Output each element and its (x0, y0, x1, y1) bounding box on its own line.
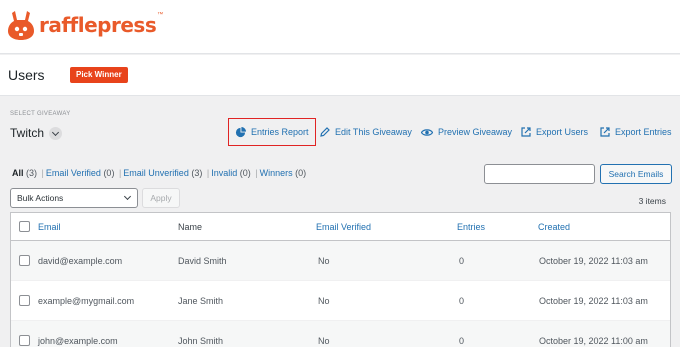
filter-all-count: (3) (26, 168, 38, 178)
filter-email-verified-count: (0) (103, 168, 115, 178)
export-icon (600, 127, 610, 137)
top-bar: rafflepress ™ (0, 0, 680, 54)
rabbit-logo-icon (8, 11, 34, 40)
giveaway-select-value: Twitch (10, 126, 45, 140)
select-giveaway-label: SELECT GIVEAWAY (10, 111, 71, 117)
row-email-verified: No (318, 255, 330, 266)
row-created: October 19, 2022 11:00 am (539, 335, 648, 346)
edit-giveaway-link[interactable]: Edit This Giveaway (320, 118, 412, 146)
column-entries[interactable]: Entries (457, 213, 485, 240)
row-entries: 0 (459, 335, 465, 346)
column-created[interactable]: Created (538, 213, 570, 240)
pick-winner-button[interactable]: Pick Winner (70, 67, 128, 83)
row-created: October 19, 2022 11:03 am (539, 255, 648, 266)
entries-report-label: Entries Report (251, 127, 309, 137)
row-email-verified: No (318, 295, 330, 306)
items-count: 3 items (638, 196, 666, 206)
page-title: Users (8, 67, 45, 83)
edit-giveaway-label: Edit This Giveaway (335, 127, 412, 137)
filter-email-unverified-count: (3) (191, 168, 203, 178)
brand-name: rafflepress (39, 13, 157, 37)
table-header-row: Email Name Email Verified Entries Create… (11, 213, 670, 241)
bulk-actions-value: Bulk Actions (17, 193, 64, 203)
column-email[interactable]: Email (38, 213, 61, 240)
row-created: October 19, 2022 11:03 am (539, 295, 648, 306)
filter-invalid-count: (0) (239, 168, 251, 178)
export-icon (521, 127, 531, 137)
filter-winners[interactable]: Winners (260, 168, 293, 178)
entries-report-link[interactable]: Entries Report (228, 118, 316, 146)
chevron-down-icon (123, 192, 132, 201)
trademark-mark: ™ (157, 12, 164, 18)
row-name: David Smith (178, 255, 227, 266)
bulk-actions-select[interactable]: Bulk Actions (10, 188, 138, 208)
pencil-icon (320, 127, 330, 137)
row-email: david@example.com (38, 255, 123, 266)
export-entries-link[interactable]: Export Entries (600, 118, 672, 146)
row-email-verified: No (318, 335, 330, 346)
table-row: david@example.com David Smith No 0 Octob… (11, 241, 670, 281)
filter-winners-count: (0) (295, 168, 307, 178)
export-users-link[interactable]: Export Users (521, 118, 588, 146)
row-email: john@example.com (38, 335, 118, 346)
search-input[interactable] (484, 164, 595, 184)
filter-invalid[interactable]: Invalid (211, 168, 237, 178)
filter-email-verified[interactable]: Email Verified (46, 168, 101, 178)
row-checkbox[interactable] (19, 295, 30, 306)
row-name: John Smith (178, 335, 224, 346)
row-email: example@mygmail.com (38, 295, 135, 306)
row-checkbox[interactable] (19, 255, 30, 266)
table-row: example@mygmail.com Jane Smith No 0 Octo… (11, 281, 670, 321)
table-row: john@example.com John Smith No 0 October… (11, 321, 670, 347)
status-filters: All (3) | Email Verified (0) | Email Unver… (12, 168, 307, 178)
select-all-checkbox[interactable] (19, 221, 30, 232)
search-emails-button[interactable]: Search Emails (600, 164, 672, 184)
rafflepress-logo[interactable]: rafflepress ™ (6, 9, 163, 41)
export-users-label: Export Users (536, 127, 589, 137)
giveaway-select[interactable]: Twitch (10, 126, 63, 140)
row-entries: 0 (459, 295, 465, 306)
row-name: Jane Smith (178, 295, 224, 306)
apply-button[interactable]: Apply (142, 188, 180, 208)
row-checkbox[interactable] (19, 335, 30, 346)
row-entries: 0 (459, 255, 465, 266)
filter-all[interactable]: All (12, 168, 24, 178)
filter-email-unverified[interactable]: Email Unverified (123, 168, 189, 178)
chevron-down-icon (49, 126, 63, 140)
pie-chart-icon (235, 126, 246, 137)
preview-giveaway-link[interactable]: Preview Giveaway (421, 118, 512, 146)
export-entries-label: Export Entries (615, 127, 672, 137)
users-table: Email Name Email Verified Entries Create… (10, 212, 671, 347)
eye-icon (421, 128, 433, 136)
preview-giveaway-label: Preview Giveaway (438, 127, 513, 137)
column-name: Name (178, 221, 203, 232)
page-header: Users Pick Winner (0, 55, 680, 96)
column-email-verified[interactable]: Email Verified (316, 213, 371, 240)
